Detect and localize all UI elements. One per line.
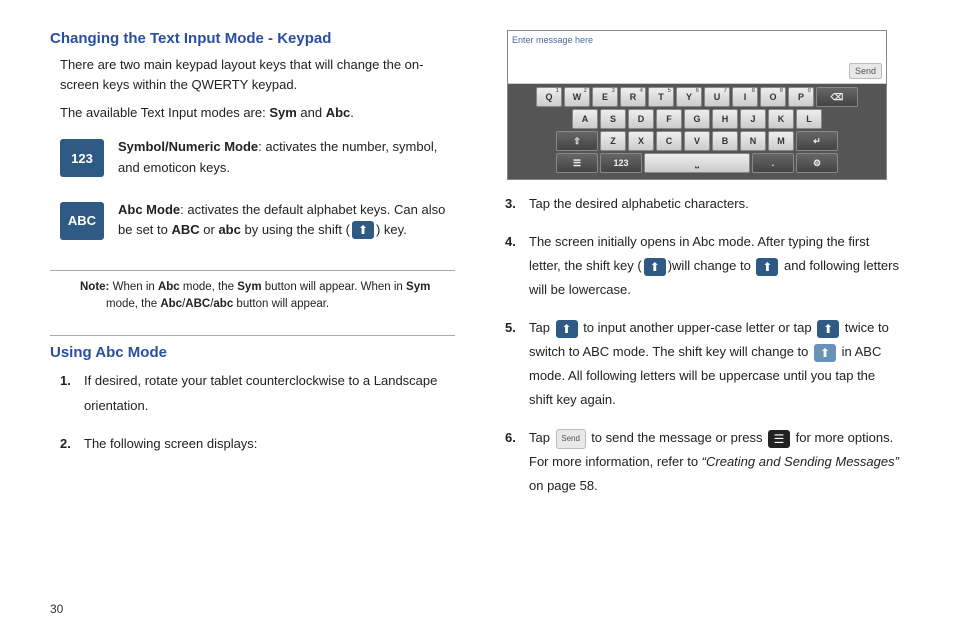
text: When in [109,281,158,293]
page-number: 30 [50,602,63,616]
kbd-key: S [600,109,626,129]
kbd-key: Z [600,131,626,151]
text: Tap [529,320,554,335]
kbd-key: A [572,109,598,129]
kbd-key: ☰ [556,153,598,173]
text: mode, the [106,298,160,310]
kbd-key: L [796,109,822,129]
shift-icon: ⬆ [644,258,666,276]
kbd-key: . [752,153,794,173]
sym-label: Sym [269,105,296,120]
tile-abc: ABC [60,202,104,240]
kbd-key: X [628,131,654,151]
desc-abc: Abc Mode: activates the default alphabet… [118,200,455,240]
abc-label: Abc [326,105,351,120]
text: )will change to [668,258,755,273]
kbd-placeholder: Enter message here [512,35,593,45]
menu-icon: ☰ [768,430,790,448]
kbd-key: Q1 [536,87,562,107]
text: abc [213,298,233,310]
kbd-key: V [684,131,710,151]
kbd-key: ⚙ [796,153,838,173]
text: ABC [171,222,199,237]
desc-123: Symbol/Numeric Mode: activates the numbe… [118,137,455,177]
text: by using the shift ( [241,222,350,237]
text: or [200,222,219,237]
step-2: The following screen displays: [84,432,455,456]
text: button will appear. [233,298,329,310]
kbd-key: D [628,109,654,129]
kbd-key: ⇧ [556,131,598,151]
kbd-key: H [712,109,738,129]
kbd-key: 123 [600,153,642,173]
kbd-key: U7 [704,87,730,107]
shift-icon: ⬆ [817,320,839,338]
kbd-key: M [768,131,794,151]
text: Sym [237,281,261,293]
kbd-key: N [740,131,766,151]
text: mode, the [180,281,238,293]
kbd-key: O9 [760,87,786,107]
kbd-send-button: Send [849,63,882,79]
step-5: Tap ⬆ to input another upper-case letter… [529,316,900,412]
kbd-key: Y6 [676,87,702,107]
text: . [350,105,354,120]
text: Abc [160,298,182,310]
para-intro-1: There are two main keypad layout keys th… [50,55,455,95]
steps-right: Tap the desired alphabetic characters. T… [495,192,900,499]
text: button will appear. When in [262,281,406,293]
cross-ref: “Creating and Sending Messages” [702,454,899,469]
kbd-key: W2 [564,87,590,107]
divider [50,335,455,336]
steps-left: If desired, rotate your tablet countercl… [50,369,455,455]
kbd-key: C [656,131,682,151]
kbd-key: G [684,109,710,129]
kbd-key: ⌫ [816,87,858,107]
shift-icon-active: ⬆ [814,344,836,362]
kbd-key: P0 [788,87,814,107]
shift-icon: ⬆ [352,221,374,239]
text: Symbol/Numeric Mode [118,139,258,154]
kbd-key: T5 [648,87,674,107]
shift-icon: ⬆ [556,320,578,338]
text: ABC [185,298,210,310]
heading-using-abc: Using Abc Mode [50,344,455,361]
heading-input-mode: Changing the Text Input Mode - Keypad [50,30,455,47]
kbd-key: K [768,109,794,129]
text: abc [218,222,240,237]
kbd-key: B [712,131,738,151]
shift-icon: ⬆ [756,258,778,276]
step-6: Tap Send to send the message or press ☰ … [529,426,900,498]
kbd-key: F [656,109,682,129]
step-3: Tap the desired alphabetic characters. [529,192,900,216]
note-label: Note: [80,281,109,293]
text: Sym [406,281,430,293]
kbd-key: J [740,109,766,129]
text: Abc [158,281,180,293]
text: to send the message or press [588,430,766,445]
note: Note: When in Abc mode, the Sym button w… [86,279,455,314]
para-intro-2: The available Text Input modes are: Sym … [50,103,455,123]
kbd-key: I8 [732,87,758,107]
divider [50,270,455,271]
send-icon: Send [556,429,586,449]
text: to input another upper-case letter or ta… [580,320,816,335]
text: Tap [529,430,554,445]
text: The available Text Input modes are: [60,105,269,120]
kbd-key: E3 [592,87,618,107]
step-4: The screen initially opens in Abc mode. … [529,230,900,302]
tile-123: 123 [60,139,104,177]
keyboard-screenshot: Enter message here Send Q1W2E3R4T5Y6U7I8… [507,30,887,180]
kbd-key: ⎵ [644,153,750,173]
kbd-key: ↵ [796,131,838,151]
text: on page 58. [529,478,598,493]
step-1: If desired, rotate your tablet countercl… [84,369,455,417]
kbd-key: R4 [620,87,646,107]
text: and [297,105,326,120]
text: ) key. [376,222,407,237]
text: Abc Mode [118,202,180,217]
